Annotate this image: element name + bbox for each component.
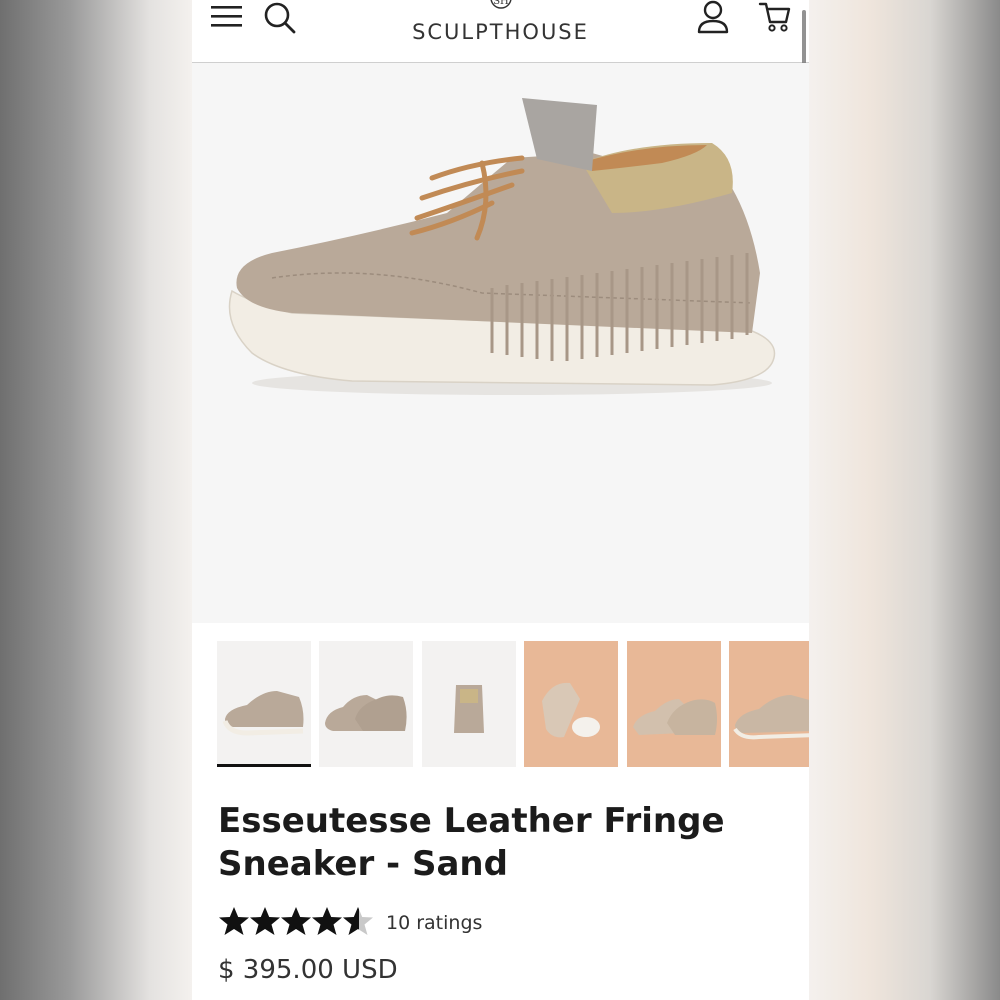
ratings-count[interactable]: 10 ratings — [386, 912, 482, 934]
thumbnail-active-indicator — [217, 764, 311, 767]
thumbnail-image — [633, 699, 717, 735]
star-icon — [312, 907, 342, 935]
thumbnail-5[interactable] — [627, 641, 721, 767]
star-icon — [219, 907, 249, 935]
thumbnail-strip — [217, 641, 809, 771]
thumbnail-image — [542, 682, 600, 738]
logo-mark[interactable]: SH — [482, 0, 520, 18]
star-icon — [250, 907, 280, 935]
thumbnail-2[interactable] — [319, 641, 413, 767]
thumbnail-4[interactable] — [524, 641, 618, 767]
thumbnail-1[interactable] — [217, 641, 311, 767]
product-title: Esseutesse Leather Fringe Sneaker - Sand — [218, 801, 725, 884]
product-price: $ 395.00 USD — [218, 955, 398, 985]
thumbnail-3[interactable] — [422, 641, 516, 767]
star-partial-icon — [343, 907, 373, 935]
thumbnail-image — [325, 695, 407, 731]
thumbnail-image — [733, 695, 809, 740]
thumbnail-image — [222, 691, 304, 736]
thumbnail-image — [454, 685, 484, 733]
product-page: SH SCULPTHOUSE Esseutesse Leather Fringe… — [192, 0, 809, 1000]
thumbnail-6[interactable] — [729, 641, 809, 767]
product-main-image[interactable] — [192, 63, 809, 623]
cart-icon[interactable] — [758, 0, 794, 36]
account-icon[interactable] — [695, 0, 731, 36]
rating-stars — [219, 907, 373, 935]
site-header: SH SCULPTHOUSE — [192, 0, 809, 63]
sneaker-illustration — [228, 98, 776, 395]
logo-monogram: SH — [493, 0, 509, 7]
star-icon — [281, 907, 311, 935]
